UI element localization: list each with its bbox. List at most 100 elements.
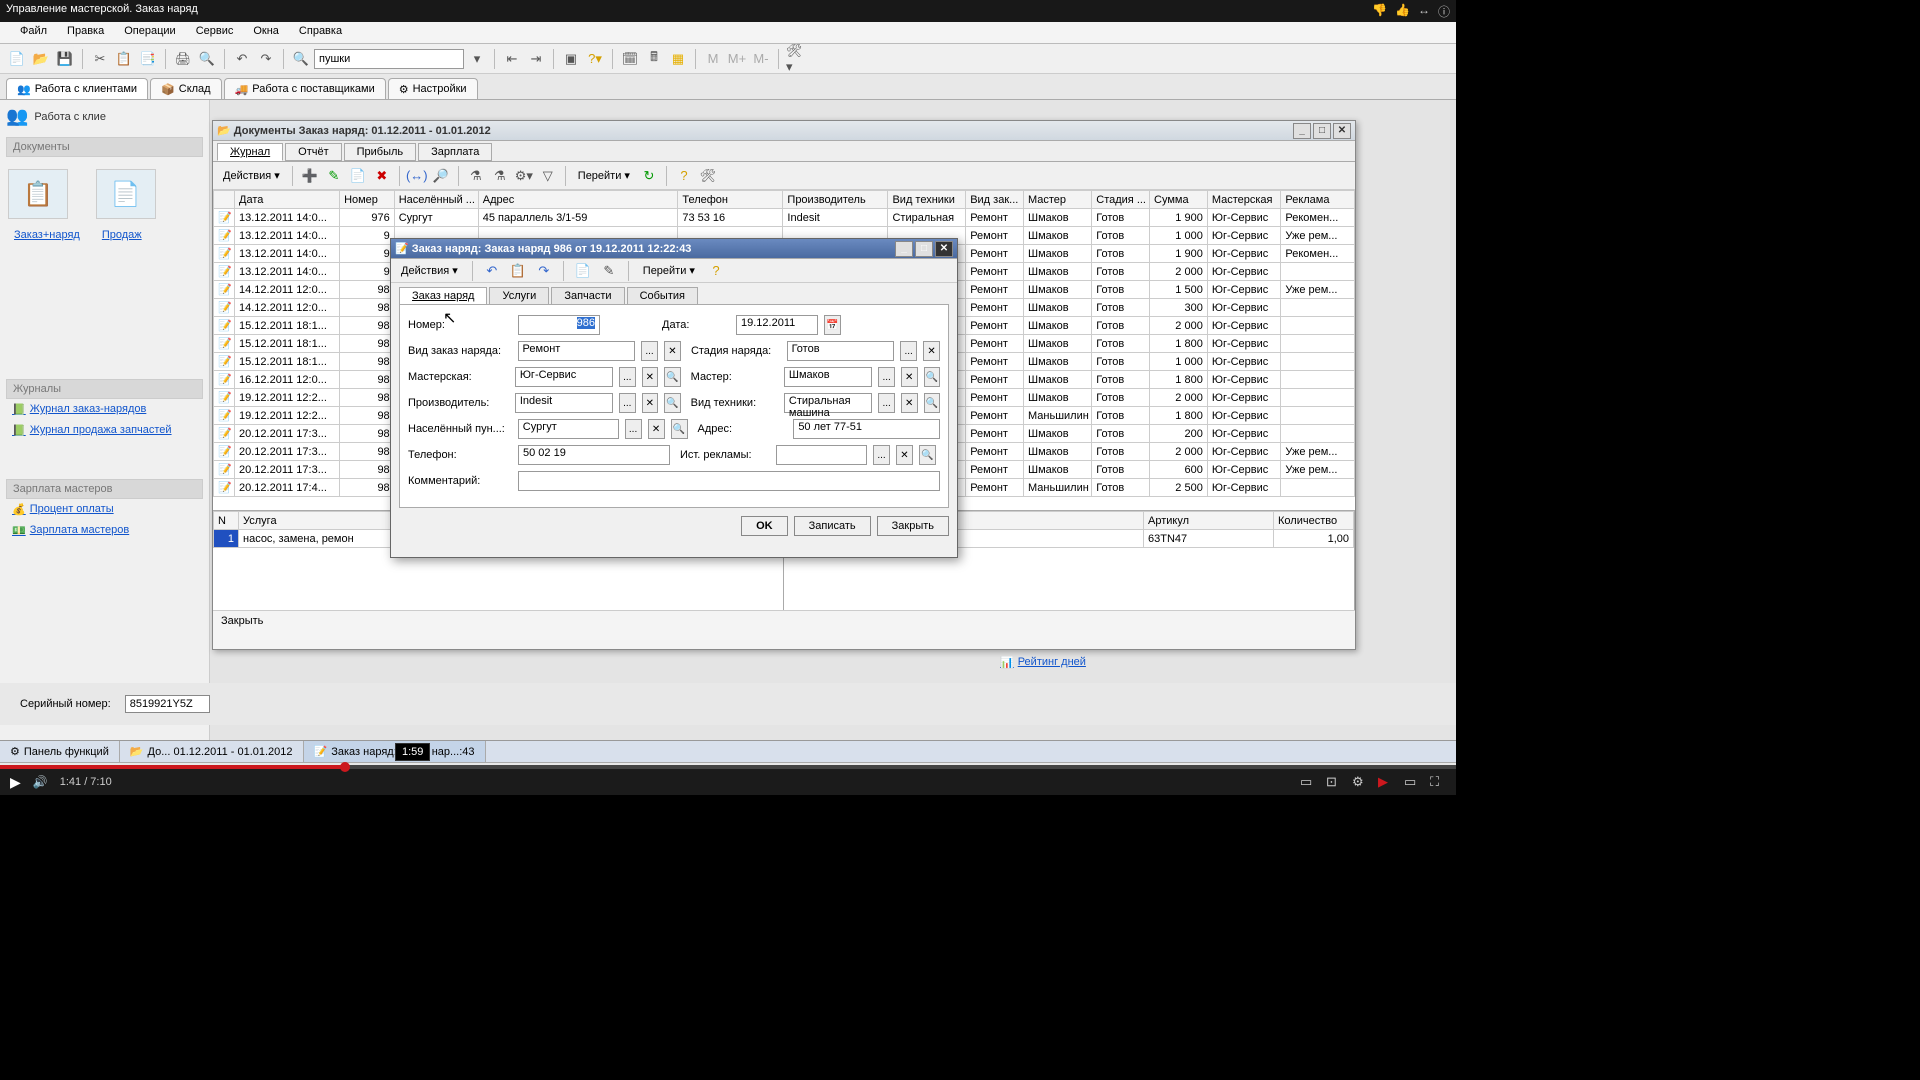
filter-off-icon[interactable]: ⚗ bbox=[489, 165, 511, 187]
copy-icon-2[interactable]: 📄 bbox=[572, 260, 594, 282]
tab-settings[interactable]: ⚙ Настройки bbox=[388, 78, 478, 99]
actions-dropdown[interactable]: Действия ▾ bbox=[217, 169, 286, 182]
windows-icon[interactable]: ▣ bbox=[560, 48, 582, 70]
search-icon[interactable]: 🔍 bbox=[664, 393, 681, 413]
delete-icon[interactable]: ✖ bbox=[371, 165, 393, 187]
clear-icon[interactable]: ✕ bbox=[901, 367, 918, 387]
tab-clients[interactable]: 👥 Работа с клиентами bbox=[6, 78, 148, 99]
help-icon[interactable]: ?▾ bbox=[584, 48, 606, 70]
menu-windows[interactable]: Окна bbox=[243, 22, 289, 43]
select-icon[interactable]: ... bbox=[641, 341, 658, 361]
settings-icon[interactable]: ⚙▾ bbox=[513, 165, 535, 187]
cast-icon[interactable]: ▭ bbox=[1300, 774, 1316, 790]
modal-goto[interactable]: Перейти ▾ bbox=[637, 264, 701, 277]
nav-last-icon[interactable]: ⇥ bbox=[525, 48, 547, 70]
m-minus-icon[interactable]: M- bbox=[750, 48, 772, 70]
menu-file[interactable]: Файл bbox=[10, 22, 57, 43]
ok-button[interactable]: OK bbox=[741, 516, 788, 536]
nav-fwd-icon[interactable]: ↷ bbox=[533, 260, 555, 282]
stage-input[interactable]: Готов bbox=[787, 341, 895, 361]
menu-edit[interactable]: Правка bbox=[57, 22, 114, 43]
tab-warehouse[interactable]: 📦 Склад bbox=[150, 78, 222, 99]
search-icon[interactable]: 🔍 bbox=[664, 367, 681, 387]
doc-icon-2[interactable]: 📄 bbox=[96, 169, 156, 219]
preview-icon[interactable]: 🔍 bbox=[196, 48, 218, 70]
m-plus-icon[interactable]: M+ bbox=[726, 48, 748, 70]
copy-icon[interactable]: 📋 bbox=[113, 48, 135, 70]
clear-icon[interactable]: ✕ bbox=[923, 341, 940, 361]
volume-icon[interactable]: 🔊 bbox=[33, 775, 48, 789]
nav-first-icon[interactable]: ⇤ bbox=[501, 48, 523, 70]
calendar-icon[interactable]: 🗓 bbox=[619, 48, 641, 70]
search-icon[interactable]: 🔍 bbox=[924, 393, 941, 413]
thumb-up-icon[interactable]: 👍 bbox=[1395, 3, 1410, 19]
col-ordertype[interactable]: Вид зак... bbox=[966, 191, 1024, 209]
search-icon[interactable]: 🔍 bbox=[919, 445, 936, 465]
techtype-input[interactable]: Стиральная машина bbox=[784, 393, 873, 413]
close-button[interactable]: Закрыть bbox=[877, 516, 949, 536]
tab-parts[interactable]: Запчасти bbox=[551, 287, 624, 304]
copy-doc-icon[interactable]: 📄 bbox=[347, 165, 369, 187]
filter-icon[interactable]: ⚗ bbox=[465, 165, 487, 187]
rating-link[interactable]: 📊 Рейтинг дней bbox=[1000, 656, 1086, 669]
help-icon-2[interactable]: ? bbox=[673, 165, 695, 187]
doc-icon[interactable]: 📋 bbox=[8, 169, 68, 219]
thumb-down-icon[interactable]: 👎 bbox=[1372, 3, 1387, 19]
new-icon[interactable]: 📄 bbox=[6, 48, 28, 70]
info-icon[interactable]: ⓘ bbox=[1438, 3, 1450, 19]
workshop-input[interactable]: Юг-Сервис bbox=[515, 367, 613, 387]
find-icon[interactable]: 🔎 bbox=[430, 165, 452, 187]
modal-maximize-icon[interactable]: □ bbox=[915, 241, 933, 257]
number-input[interactable]: 986 bbox=[518, 315, 600, 335]
flag-icon[interactable]: ▦ bbox=[667, 48, 689, 70]
modal-help-icon[interactable]: ? bbox=[705, 260, 727, 282]
cc-icon[interactable]: ⊡ bbox=[1326, 774, 1342, 790]
col-sum[interactable]: Сумма bbox=[1150, 191, 1208, 209]
clear-icon[interactable]: ✕ bbox=[901, 393, 918, 413]
col-manufacturer[interactable]: Производитель bbox=[783, 191, 888, 209]
adsource-input[interactable] bbox=[776, 445, 867, 465]
task-panel[interactable]: ⚙ Панель функций bbox=[0, 741, 120, 762]
address-input[interactable]: 50 лет 77-51 bbox=[793, 419, 940, 439]
menu-service[interactable]: Сервис bbox=[186, 22, 244, 43]
serial-input[interactable] bbox=[125, 695, 210, 713]
phone-input[interactable]: 50 02 19 bbox=[518, 445, 670, 465]
select-icon[interactable]: ... bbox=[873, 445, 890, 465]
tab-salary[interactable]: Зарплата bbox=[418, 143, 492, 161]
tab-suppliers[interactable]: 🚚 Работа с поставщиками bbox=[224, 78, 386, 99]
dropdown-icon[interactable]: ▾ bbox=[466, 48, 488, 70]
clear-icon[interactable]: ✕ bbox=[896, 445, 913, 465]
open-icon[interactable]: 📂 bbox=[30, 48, 52, 70]
link-order[interactable]: Заказ+наряд bbox=[8, 225, 86, 245]
link-journal-orders[interactable]: 📗 Журнал заказ-нарядов bbox=[6, 399, 203, 420]
date-input[interactable]: 19.12.2011 bbox=[736, 315, 818, 335]
config-icon[interactable]: 🛠 bbox=[697, 165, 719, 187]
menu-help[interactable]: Справка bbox=[289, 22, 352, 43]
yt-progress[interactable] bbox=[0, 765, 1456, 769]
modal-minimize-icon[interactable]: _ bbox=[895, 241, 913, 257]
modal-close-icon[interactable]: ✕ bbox=[935, 241, 953, 257]
tab-events[interactable]: События bbox=[627, 287, 698, 304]
menu-operations[interactable]: Операции bbox=[114, 22, 185, 43]
tab-services[interactable]: Услуги bbox=[489, 287, 549, 304]
fullscreen-icon[interactable]: ⛶ bbox=[1430, 774, 1446, 790]
select-icon[interactable]: ... bbox=[900, 341, 917, 361]
col-address[interactable]: Адрес bbox=[478, 191, 678, 209]
minimize-icon[interactable]: _ bbox=[1293, 123, 1311, 139]
refresh-icon[interactable]: ↻ bbox=[638, 165, 660, 187]
col-city[interactable]: Населённый ... bbox=[394, 191, 478, 209]
tab-journal[interactable]: Журнал bbox=[217, 143, 283, 161]
maximize-icon[interactable]: □ bbox=[1313, 123, 1331, 139]
print-icon[interactable]: 🖨 bbox=[172, 48, 194, 70]
youtube-icon[interactable]: ▶ bbox=[1378, 774, 1394, 790]
save-icon[interactable]: 💾 bbox=[54, 48, 76, 70]
m-icon[interactable]: M bbox=[702, 48, 724, 70]
tab-profit[interactable]: Прибыль bbox=[344, 143, 417, 161]
search-icon[interactable]: 🔍 bbox=[290, 48, 312, 70]
col-workshop[interactable]: Мастерская bbox=[1207, 191, 1281, 209]
select-icon[interactable]: ... bbox=[619, 393, 636, 413]
sort-icon[interactable]: ▽ bbox=[537, 165, 559, 187]
col-phone[interactable]: Телефон bbox=[678, 191, 783, 209]
col-ad[interactable]: Реклама bbox=[1281, 191, 1355, 209]
task-doc[interactable]: 📂 До... 01.12.2011 - 01.01.2012 bbox=[120, 741, 304, 762]
